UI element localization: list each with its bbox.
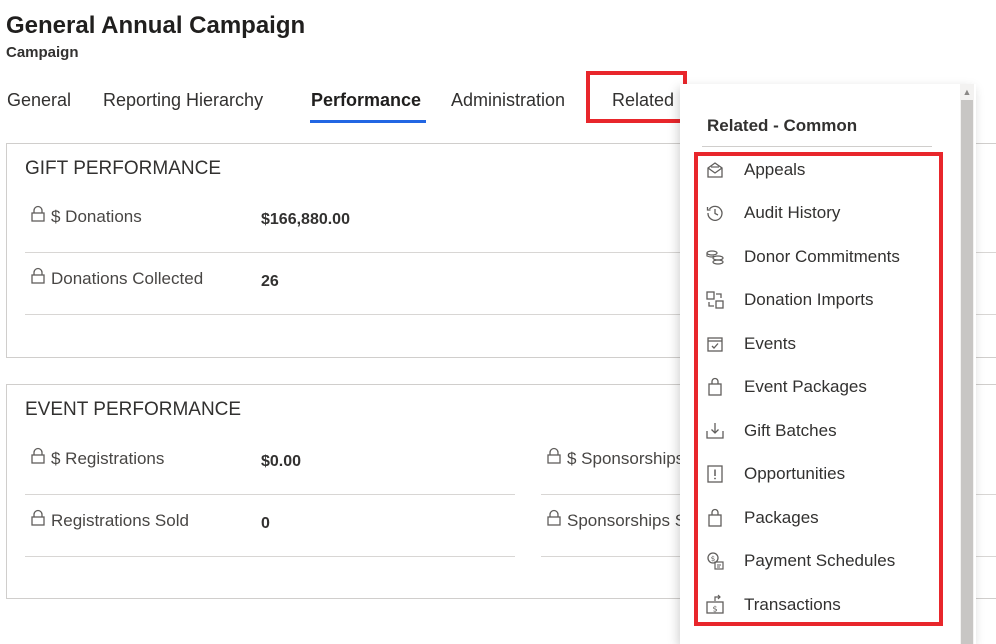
- menu-scrollbar[interactable]: ▲: [960, 84, 974, 644]
- field-value: 26: [261, 273, 279, 290]
- lock-icon: [31, 205, 45, 222]
- tab-administration[interactable]: Administration: [451, 90, 565, 111]
- active-tab-indicator: [310, 120, 426, 123]
- tab-reporting-hierarchy[interactable]: Reporting Hierarchy: [103, 90, 263, 111]
- section-title: GIFT PERFORMANCE: [25, 158, 221, 179]
- record-title: General Annual Campaign: [6, 12, 306, 39]
- lock-icon: [31, 509, 45, 526]
- field-label: $ Donations: [51, 207, 142, 226]
- lock-icon: [547, 509, 561, 526]
- registrations-sold-field: Registrations Sold 0: [25, 496, 515, 557]
- field-label: Registrations Sold: [51, 511, 189, 530]
- menu-group-header: Related - Common: [707, 116, 858, 135]
- field-label: Sponsorships S: [567, 511, 687, 530]
- registrations-field: $ Registrations $0.00: [25, 434, 515, 495]
- menu-items-highlight: [694, 152, 943, 626]
- menu-divider: [702, 146, 932, 147]
- field-label: Donations Collected: [51, 269, 204, 288]
- section-title: EVENT PERFORMANCE: [25, 399, 242, 420]
- tab-performance[interactable]: Performance: [311, 90, 421, 111]
- lock-icon: [547, 447, 561, 464]
- field-value: 0: [261, 515, 270, 532]
- field-value: $0.00: [261, 453, 302, 470]
- tab-general[interactable]: General: [7, 90, 71, 111]
- related-tab-highlight: [586, 71, 687, 123]
- scrollbar-thumb[interactable]: [961, 100, 973, 644]
- lock-icon: [31, 447, 45, 464]
- field-value: $166,880.00: [261, 211, 350, 228]
- related-dropdown-menu: ▲ Related - Common Appeals Audit History…: [680, 84, 976, 644]
- field-label: $ Registrations: [51, 449, 165, 468]
- field-label: $ Sponsorships: [567, 449, 685, 468]
- lock-icon: [31, 267, 45, 284]
- entity-type: Campaign: [6, 44, 79, 61]
- scroll-up-arrow-icon[interactable]: ▲: [960, 86, 974, 98]
